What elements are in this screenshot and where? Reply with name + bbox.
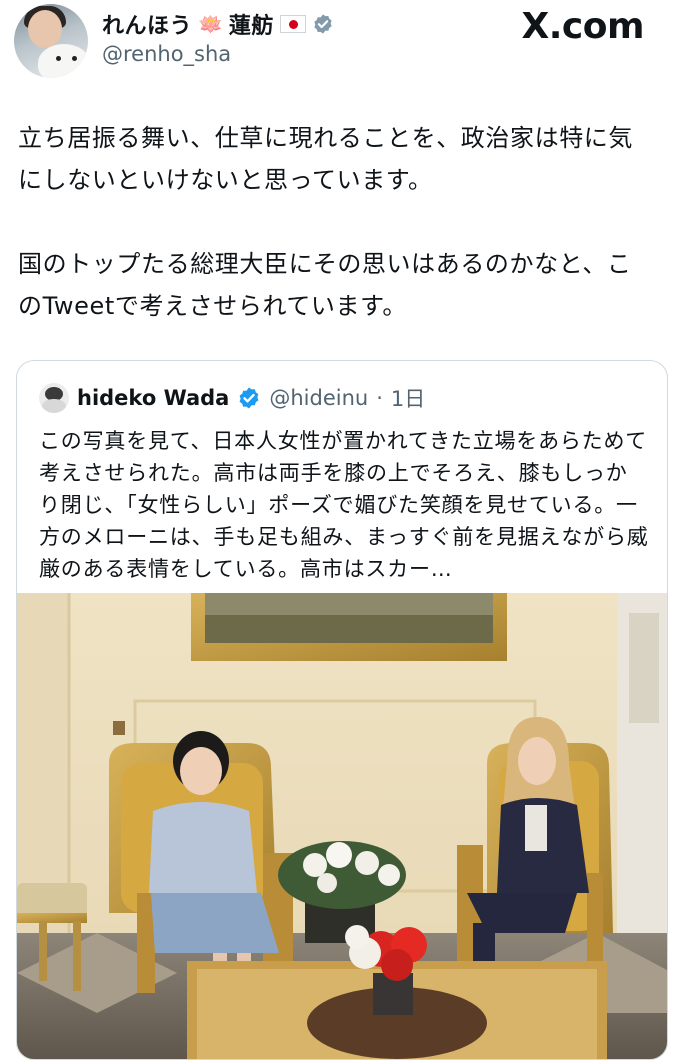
lotus-emoji-icon: 🪷 xyxy=(198,12,223,36)
author-display-name-kanji[interactable]: 蓮舫 xyxy=(229,8,274,40)
quoted-tweet-header: hideko Wada @hideinu · 1日 xyxy=(39,380,425,416)
quoted-author-name[interactable]: hideko Wada xyxy=(77,386,229,410)
author-display-name[interactable]: れんほう xyxy=(102,8,192,40)
author-name-row[interactable]: れんほう 🪷 蓮舫 xyxy=(102,8,334,40)
tweet-text: 立ち居振る舞い、仕草に現れることを、政治家は特に気 にしないといけないと思ってい… xyxy=(18,124,633,320)
quoted-author-avatar[interactable] xyxy=(39,383,69,413)
x-logo: X.com xyxy=(521,6,644,47)
japan-flag-icon xyxy=(279,15,306,33)
profile-avatar[interactable] xyxy=(14,4,88,78)
quoted-author-handle[interactable]: @hideinu xyxy=(269,386,368,410)
quoted-tweet-photo[interactable] xyxy=(17,593,667,1059)
author-handle[interactable]: @renho_sha xyxy=(102,42,231,66)
verified-badge-icon xyxy=(314,14,332,34)
quoted-tweet-time[interactable]: 1日 xyxy=(391,383,425,413)
quoted-tweet-card[interactable]: hideko Wada @hideinu · 1日 この写真を見て、日本人女性が… xyxy=(16,360,668,1060)
meta-separator: · xyxy=(376,386,383,410)
meeting-photo-image xyxy=(17,593,667,1059)
quoted-tweet-text: この写真を見て、日本人女性が置かれてきた立場をあらためて考えさせられた。高市は両… xyxy=(39,429,649,581)
verified-badge-icon xyxy=(239,387,259,409)
tweet-header: れんほう 🪷 蓮舫 @renho_sha X.com xyxy=(0,0,684,90)
